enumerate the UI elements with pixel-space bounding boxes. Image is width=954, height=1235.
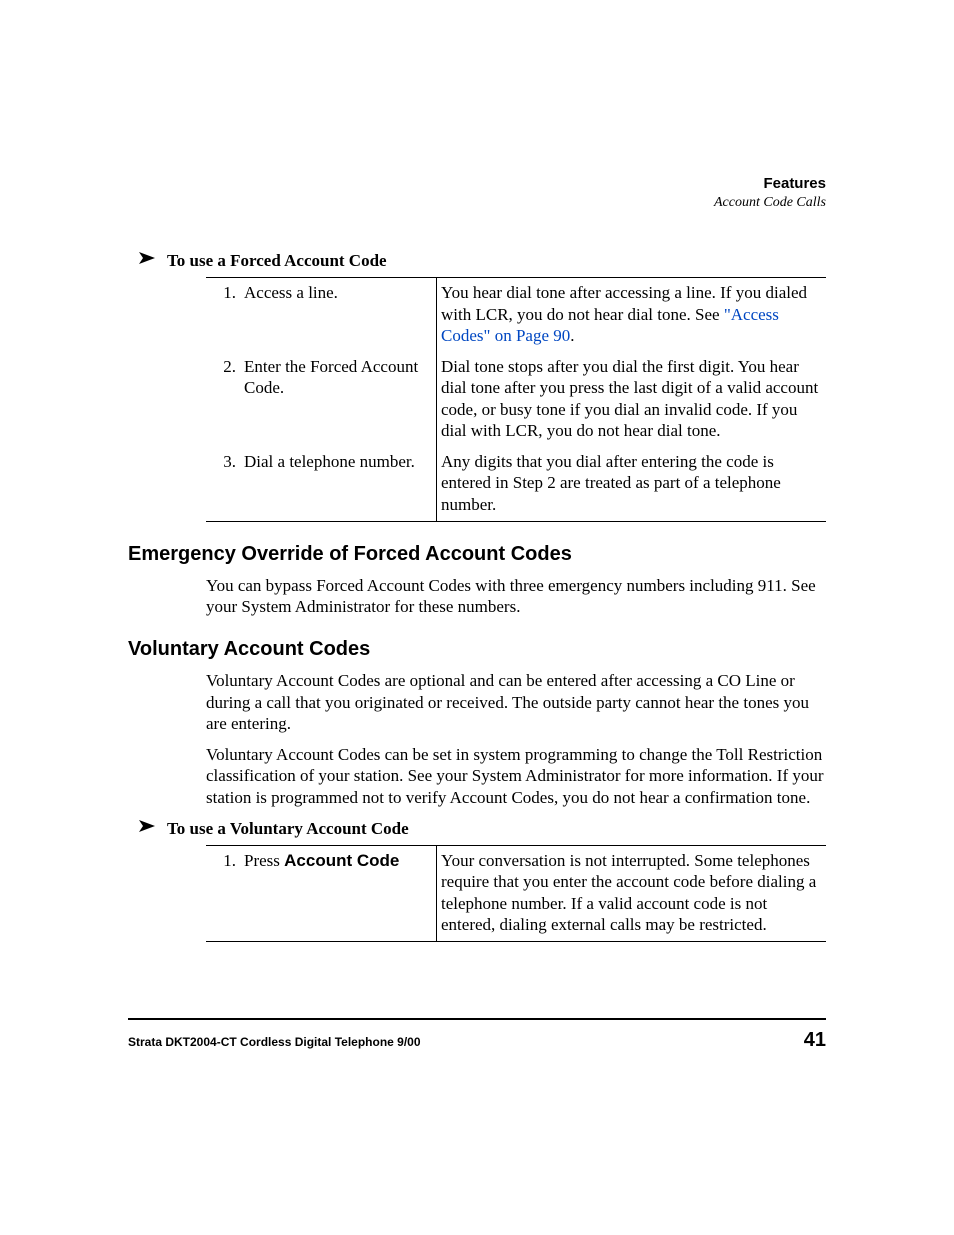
button-label: Account Code [284, 851, 399, 870]
arrow-right-icon [139, 820, 155, 838]
step-result: Any digits that you dial after entering … [437, 447, 827, 521]
table-row: 3. Dial a telephone number. Any digits t… [206, 447, 826, 521]
step-number: 1. [206, 278, 240, 352]
step-result: You hear dial tone after accessing a lin… [437, 278, 827, 352]
body-paragraph: Voluntary Account Codes are optional and… [206, 670, 826, 734]
body-paragraph: You can bypass Forced Account Codes with… [206, 575, 826, 618]
step-action: Dial a telephone number. [240, 447, 437, 521]
steps-table-2: 1. Press Account Code Your conversation … [206, 845, 826, 942]
step-action: Access a line. [240, 278, 437, 352]
section-heading-voluntary: Voluntary Account Codes [128, 637, 826, 662]
table-row: 1. Access a line. You hear dial tone aft… [206, 278, 826, 352]
step-number: 3. [206, 447, 240, 521]
steps-table-1: 1. Access a line. You hear dial tone aft… [206, 277, 826, 522]
page: Features Account Code Calls To use a For… [0, 0, 954, 1235]
arrow-right-icon [139, 252, 155, 270]
header-title: Features [714, 175, 826, 194]
section-heading-emergency: Emergency Override of Forced Account Cod… [128, 542, 826, 567]
running-header: Features Account Code Calls [714, 175, 826, 211]
page-number: 41 [804, 1028, 826, 1053]
procedure-title-text: To use a Forced Account Code [167, 250, 387, 271]
procedure-title-text: To use a Voluntary Account Code [167, 818, 409, 839]
step-number: 2. [206, 352, 240, 447]
footer-doc-title: Strata DKT2004-CT Cordless Digital Telep… [128, 1035, 421, 1050]
step-action: Press Account Code [240, 846, 437, 942]
header-subtitle: Account Code Calls [714, 194, 826, 212]
page-footer: Strata DKT2004-CT Cordless Digital Telep… [128, 1018, 826, 1053]
step-action: Enter the Forced Account Code. [240, 352, 437, 447]
body-paragraph: Voluntary Account Codes can be set in sy… [206, 744, 826, 808]
step-result: Your conversation is not interrupted. So… [437, 846, 827, 942]
procedure-title-2: To use a Voluntary Account Code [128, 818, 826, 839]
table-row: 1. Press Account Code Your conversation … [206, 846, 826, 942]
step-result: Dial tone stops after you dial the first… [437, 352, 827, 447]
procedure-title-1: To use a Forced Account Code [128, 250, 826, 271]
table-row: 2. Enter the Forced Account Code. Dial t… [206, 352, 826, 447]
step-number: 1. [206, 846, 240, 942]
content: To use a Forced Account Code 1. Access a… [128, 178, 826, 942]
